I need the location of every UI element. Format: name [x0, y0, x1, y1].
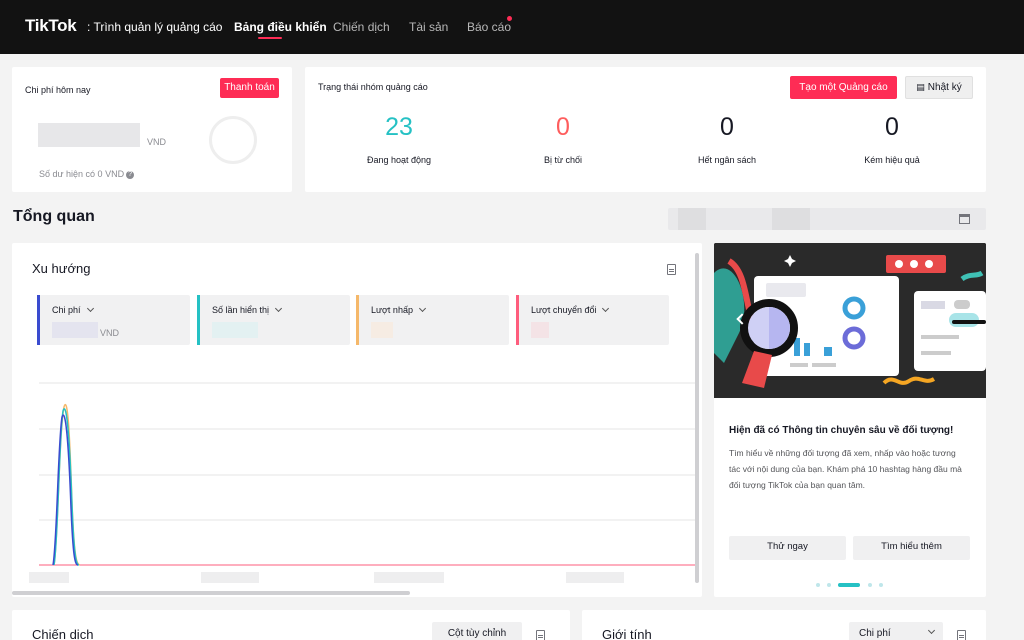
carousel-next-icon[interactable] [952, 320, 986, 324]
log-button[interactable]: ▤ Nhật ký [905, 76, 973, 99]
carousel-dot[interactable] [879, 583, 883, 587]
promo-title: Hiện đã có Thông tin chuyên sâu về đối t… [729, 425, 954, 436]
learn-more-button[interactable]: Tìm hiểu thêm [853, 536, 970, 560]
campaign-card: Chiến dịch Cột tùy chỉnh [12, 610, 570, 640]
create-ad-button[interactable]: Tạo một Quảng cáo [790, 76, 897, 99]
stat-budget-exhausted-label: Hết ngân sách [697, 155, 757, 165]
carousel-dot[interactable] [816, 583, 820, 587]
stat-budget-exhausted-value[interactable]: 0 [667, 113, 787, 142]
promo-illustration-svg [714, 243, 986, 398]
nav-campaigns[interactable]: Chiến dịch [333, 20, 390, 34]
date-redacted [772, 208, 810, 230]
gender-select-value: Chi phí [859, 628, 891, 639]
today-spend-title: Chi phí hôm nay [25, 85, 91, 95]
x-tick-redacted [29, 572, 69, 583]
gender-card: Giới tính Chi phí [582, 610, 986, 640]
x-tick-redacted [374, 572, 444, 583]
document-icon: ▤ [916, 82, 925, 92]
gender-metric-select[interactable]: Chi phí [849, 622, 943, 640]
balance-label: Số dư hiện có 0 VND [39, 169, 125, 179]
export-icon[interactable] [957, 630, 966, 640]
horizontal-scrollbar[interactable] [12, 591, 410, 595]
today-spend-card: Chi phí hôm nay Thanh toán VND Số dư hiệ… [12, 67, 292, 192]
nav-dashboard[interactable]: Bảng điều khiển [234, 20, 327, 34]
ad-group-status-title: Trạng thái nhóm quảng cáo [318, 82, 428, 92]
export-icon[interactable] [536, 630, 545, 640]
spend-currency: VND [147, 137, 167, 147]
log-button-label: Nhật ký [927, 82, 962, 93]
nav-active-indicator [258, 37, 282, 39]
x-tick-redacted [201, 572, 259, 583]
balance-text: Số dư hiện có 0 VND? [39, 169, 135, 179]
trend-card: Xu hướng Chi phí VND Số lần hiển thị Lượ… [12, 243, 702, 597]
vertical-scrollbar[interactable] [695, 253, 699, 583]
carousel-dot[interactable] [827, 583, 831, 587]
promo-illustration [714, 243, 986, 398]
spend-ring [209, 116, 257, 164]
payment-button[interactable]: Thanh toán [220, 78, 279, 98]
stat-underperforming-label: Kém hiệu quả [864, 155, 920, 165]
app-subtitle: : Trình quản lý quảng cáo [87, 20, 223, 34]
nav-reports[interactable]: Báo cáo [467, 20, 511, 34]
custom-columns-button[interactable]: Cột tùy chỉnh [432, 622, 522, 640]
campaign-title: Chiến dịch [32, 627, 94, 640]
stat-rejected-label: Bị từ chối [543, 155, 583, 165]
stat-rejected-value[interactable]: 0 [503, 113, 623, 142]
gender-title: Giới tính [602, 627, 652, 640]
ad-group-status-card: Trạng thái nhóm quảng cáo Tạo một Quảng … [305, 67, 986, 192]
try-now-button[interactable]: Thử ngay [729, 536, 846, 560]
tiktok-logo[interactable]: TikTok [25, 16, 77, 36]
date-redacted [678, 208, 706, 230]
notification-dot [507, 16, 512, 21]
stat-active-value[interactable]: 23 [339, 113, 459, 142]
audience-insights-promo-card: Hiện đã có Thông tin chuyên sâu về đối t… [714, 243, 986, 597]
trend-chart [29, 382, 696, 583]
carousel-dot-active[interactable] [838, 583, 860, 587]
promo-description: Tìm hiểu về những đối tượng đã xem, nhấp… [729, 448, 962, 490]
top-navigation-bar: TikTok : Trình quản lý quảng cáo Bảng đi… [0, 0, 1024, 54]
spend-amount-redacted [38, 123, 140, 147]
x-tick-redacted [566, 572, 624, 583]
stat-underperforming-value[interactable]: 0 [832, 113, 952, 142]
carousel-dot[interactable] [868, 583, 872, 587]
chevron-down-icon [927, 626, 935, 635]
nav-assets[interactable]: Tài sản [409, 20, 448, 34]
calendar-icon [959, 214, 970, 224]
stat-active-label: Đang hoạt động [366, 155, 432, 165]
date-range-picker[interactable] [668, 208, 986, 230]
help-icon[interactable]: ? [126, 170, 135, 179]
overview-title: Tổng quan [13, 208, 95, 225]
